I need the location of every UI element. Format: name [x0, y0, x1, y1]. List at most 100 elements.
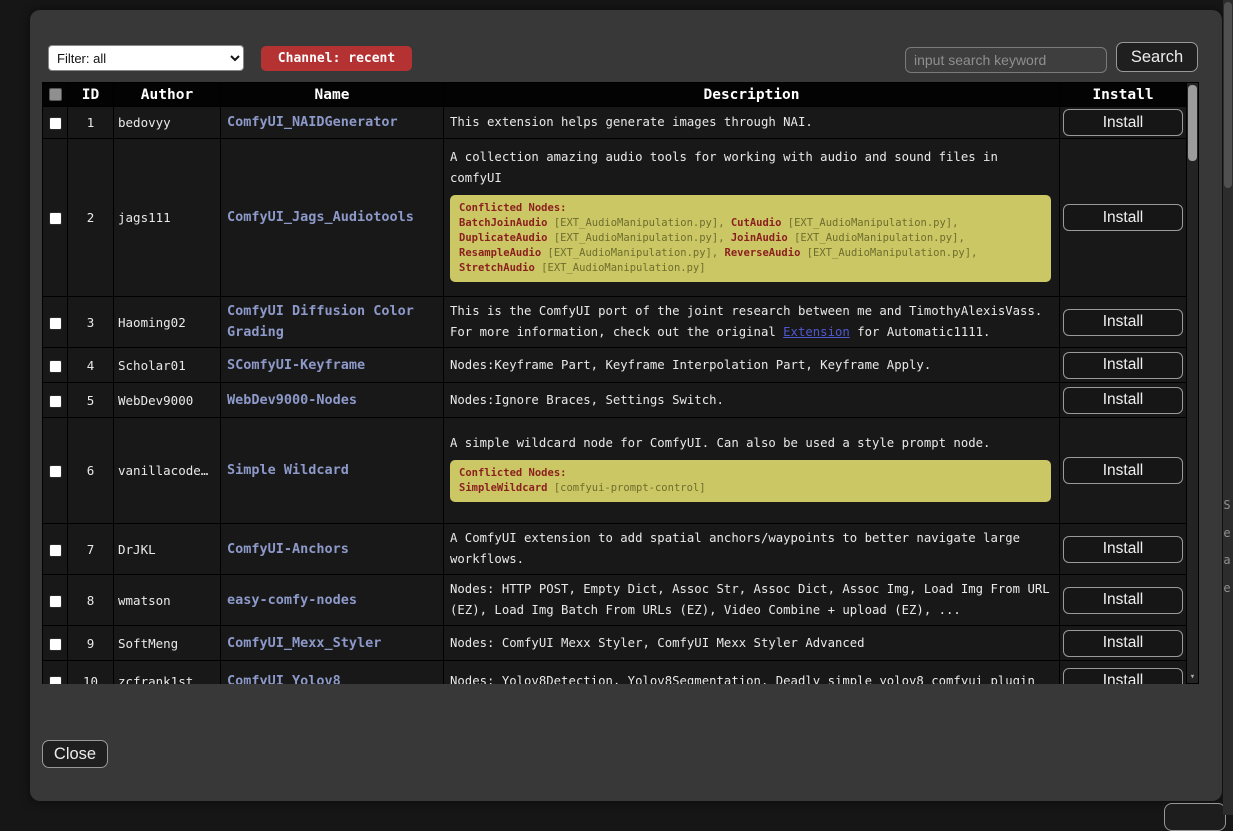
row-description: A collection amazing audio tools for wor… — [444, 139, 1060, 297]
row-id: 8 — [68, 575, 114, 626]
scroll-down-icon[interactable]: ▾ — [1187, 673, 1198, 682]
row-author: Haoming02 — [114, 297, 221, 348]
row-checkbox[interactable] — [49, 465, 62, 478]
row-author: wmatson — [114, 575, 221, 626]
search-input[interactable] — [905, 47, 1107, 73]
row-description: This is the ComfyUI port of the joint re… — [444, 297, 1060, 348]
conflict-ext: [EXT_AudioManipulation.py], — [788, 217, 959, 229]
row-author: DrJKL — [114, 524, 221, 575]
row-id: 9 — [68, 626, 114, 661]
column-header-name: Name — [221, 83, 444, 107]
row-name: Simple Wildcard — [221, 418, 444, 524]
conflict-node-name: BatchJoinAudio — [459, 217, 548, 229]
row-description: Nodes:Keyframe Part, Keyframe Interpolat… — [444, 348, 1060, 383]
row-author: bedovyy — [114, 107, 221, 139]
page-scrollbar-thumb[interactable] — [1224, 2, 1232, 188]
conflict-ext: [EXT_AudioManipulation.py] — [541, 262, 705, 274]
conflict-node-name: SimpleWildcard — [459, 482, 548, 494]
conflict-warning: Conflicted Nodes: SimpleWildcard [comfyu… — [450, 460, 1051, 502]
row-checkbox[interactable] — [49, 395, 62, 408]
conflict-ext: [EXT_AudioManipulation.py], — [794, 232, 965, 244]
conflict-node-name: CutAudio — [731, 217, 782, 229]
row-checkbox[interactable] — [49, 117, 62, 130]
conflict-title: Conflicted Nodes: — [459, 467, 566, 479]
conflict-ext: [comfyui-prompt-control] — [554, 482, 706, 494]
extension-link[interactable]: Extension — [783, 325, 850, 339]
table-row: 1 bedovyy ComfyUI_NAIDGenerator This ext… — [43, 107, 1187, 139]
table-row: 5 WebDev9000 WebDev9000-Nodes Nodes:Igno… — [43, 383, 1187, 418]
row-description: Nodes:Ignore Braces, Settings Switch. — [444, 383, 1060, 418]
background-text-fragment: e — [1221, 581, 1233, 595]
install-button[interactable]: Install — [1063, 387, 1183, 414]
row-id: 7 — [68, 524, 114, 575]
row-description: This extension helps generate images thr… — [444, 107, 1060, 139]
table-row: 10 zcfrank1st ComfyUI Yolov8 Nodes: Yolo… — [43, 661, 1187, 685]
row-checkbox[interactable] — [49, 544, 62, 557]
conflict-node-name: ReverseAudio — [725, 247, 801, 259]
conflict-node-name: ResampleAudio — [459, 247, 541, 259]
table-row: 9 SoftMeng ComfyUI_Mexx_Styler Nodes: Co… — [43, 626, 1187, 661]
row-checkbox[interactable] — [49, 676, 62, 685]
row-checkbox[interactable] — [49, 317, 62, 330]
row-name: ComfyUI_Jags_Audiotools — [221, 139, 444, 297]
conflict-title: Conflicted Nodes: — [459, 202, 566, 214]
table-row: 7 DrJKL ComfyUI-Anchors A ComfyUI extens… — [43, 524, 1187, 575]
table-row: 2 jags111 ComfyUI_Jags_Audiotools A coll… — [43, 139, 1187, 297]
conflict-node-name: JoinAudio — [731, 232, 788, 244]
install-button[interactable]: Install — [1063, 630, 1183, 657]
row-description: Nodes: HTTP POST, Empty Dict, Assoc Str,… — [444, 575, 1060, 626]
row-name: ComfyUI-Anchors — [221, 524, 444, 575]
row-checkbox[interactable] — [49, 638, 62, 651]
row-name: WebDev9000-Nodes — [221, 383, 444, 418]
row-author: jags111 — [114, 139, 221, 297]
row-description: Nodes: Yolov8Detection, Yolov8Segmentati… — [444, 661, 1060, 685]
table-row: 3 Haoming02 ComfyUI Diffusion Color Grad… — [43, 297, 1187, 348]
close-button[interactable]: Close — [42, 740, 108, 768]
row-checkbox[interactable] — [49, 212, 62, 225]
filter-select[interactable]: Filter: all — [48, 45, 244, 71]
row-description: Nodes: ComfyUI Mexx Styler, ComfyUI Mexx… — [444, 626, 1060, 661]
column-header-author: Author — [114, 83, 221, 107]
row-id: 3 — [68, 297, 114, 348]
table-scrollbar-thumb[interactable] — [1188, 85, 1197, 161]
table-row: 4 Scholar01 SComfyUI-Keyframe Nodes:Keyf… — [43, 348, 1187, 383]
install-button[interactable]: Install — [1063, 457, 1183, 484]
row-author: zcfrank1st — [114, 661, 221, 685]
install-button[interactable]: Install — [1063, 352, 1183, 379]
install-button[interactable]: Install — [1063, 668, 1183, 685]
row-id: 4 — [68, 348, 114, 383]
table-scrollbar[interactable]: ▾ — [1186, 82, 1199, 684]
column-header-install: Install — [1060, 83, 1187, 107]
install-button[interactable]: Install — [1063, 536, 1183, 563]
search-button[interactable]: Search — [1116, 42, 1198, 72]
row-description: A simple wildcard node for ComfyUI. Can … — [444, 418, 1060, 524]
install-button[interactable]: Install — [1063, 109, 1183, 136]
install-button[interactable]: Install — [1063, 587, 1183, 614]
row-author: vanillacode… — [114, 418, 221, 524]
row-checkbox[interactable] — [49, 360, 62, 373]
row-id: 6 — [68, 418, 114, 524]
column-header-id: ID — [68, 83, 114, 107]
partial-button[interactable] — [1164, 803, 1226, 831]
background-text-fragment: a — [1221, 553, 1233, 567]
row-author: SoftMeng — [114, 626, 221, 661]
row-id: 5 — [68, 383, 114, 418]
custom-nodes-table: ID Author Name Description Install 1 bed… — [42, 82, 1199, 684]
install-custom-nodes-dialog: Filter: all Channel: recent Search ID Au… — [30, 10, 1222, 801]
page-scrollbar[interactable] — [1223, 0, 1233, 815]
background-text-fragment: e — [1221, 526, 1233, 540]
conflict-node-name: StretchAudio — [459, 262, 535, 274]
column-header-description: Description — [444, 83, 1060, 107]
conflict-ext: [EXT_AudioManipulation.py], — [548, 247, 719, 259]
row-id: 1 — [68, 107, 114, 139]
row-name: easy-comfy-nodes — [221, 575, 444, 626]
row-name: SComfyUI-Keyframe — [221, 348, 444, 383]
install-button[interactable]: Install — [1063, 204, 1183, 231]
row-name: ComfyUI_Mexx_Styler — [221, 626, 444, 661]
table-row: 6 vanillacode… Simple Wildcard A simple … — [43, 418, 1187, 524]
select-all-checkbox[interactable] — [49, 88, 62, 101]
install-button[interactable]: Install — [1063, 309, 1183, 336]
row-checkbox[interactable] — [49, 595, 62, 608]
row-id: 10 — [68, 661, 114, 685]
row-author: Scholar01 — [114, 348, 221, 383]
